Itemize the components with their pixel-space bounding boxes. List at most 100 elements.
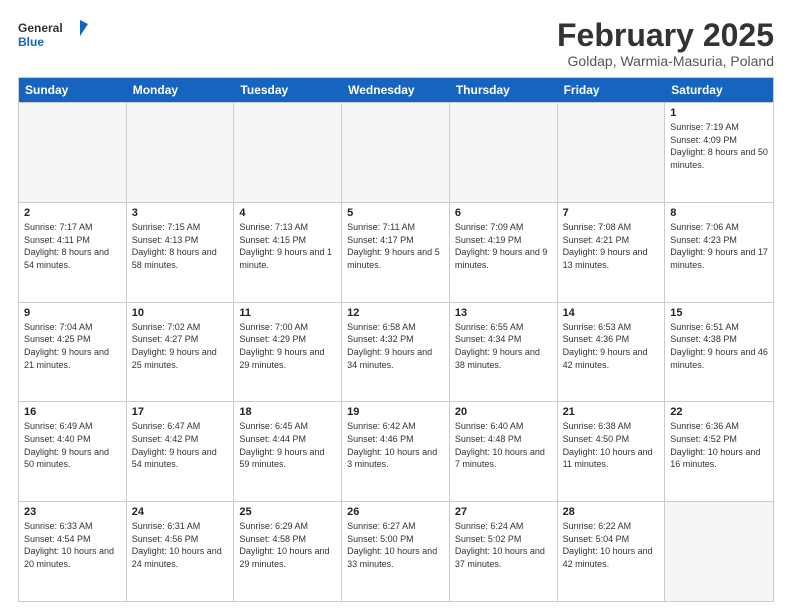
day-info-13: Sunrise: 6:55 AMSunset: 4:34 PMDaylight:… (455, 321, 552, 371)
day-cell-10: 10 Sunrise: 7:02 AMSunset: 4:27 PMDayligh… (127, 303, 235, 402)
day-number-17: 17 (132, 406, 229, 418)
week-row-4: 23 Sunrise: 6:33 AMSunset: 4:54 PMDayligh… (19, 501, 773, 601)
week-row-0: 1 Sunrise: 7:19 AMSunset: 4:09 PMDaylight… (19, 102, 773, 202)
day-cell-16: 16 Sunrise: 6:49 AMSunset: 4:40 PMDayligh… (19, 402, 127, 501)
day-number-15: 15 (670, 307, 768, 319)
header-day-sunday: Sunday (19, 78, 127, 102)
svg-text:Blue: Blue (18, 35, 44, 49)
day-cell-4: 4 Sunrise: 7:13 AMSunset: 4:15 PMDaylight… (234, 203, 342, 302)
calendar-body: 1 Sunrise: 7:19 AMSunset: 4:09 PMDaylight… (19, 102, 773, 601)
day-cell-8: 8 Sunrise: 7:06 AMSunset: 4:23 PMDaylight… (665, 203, 773, 302)
day-cell-22: 22 Sunrise: 6:36 AMSunset: 4:52 PMDayligh… (665, 402, 773, 501)
day-number-19: 19 (347, 406, 444, 418)
day-info-7: Sunrise: 7:08 AMSunset: 4:21 PMDaylight:… (563, 221, 660, 271)
day-number-24: 24 (132, 506, 229, 518)
day-info-5: Sunrise: 7:11 AMSunset: 4:17 PMDaylight:… (347, 221, 444, 271)
week-row-2: 9Sunrise: 7:04 AMSunset: 4:25 PMDaylight… (19, 302, 773, 402)
empty-cell-0-2 (234, 103, 342, 202)
day-info-10: Sunrise: 7:02 AMSunset: 4:27 PMDaylight:… (132, 321, 229, 371)
day-info-14: Sunrise: 6:53 AMSunset: 4:36 PMDaylight:… (563, 321, 660, 371)
header-day-friday: Friday (558, 78, 666, 102)
day-number-5: 5 (347, 207, 444, 219)
day-number-12: 12 (347, 307, 444, 319)
calendar: SundayMondayTuesdayWednesdayThursdayFrid… (18, 77, 774, 602)
day-number-20: 20 (455, 406, 552, 418)
day-cell-17: 17 Sunrise: 6:47 AMSunset: 4:42 PMDayligh… (127, 402, 235, 501)
day-cell-2: 2 Sunrise: 7:17 AMSunset: 4:11 PMDaylight… (19, 203, 127, 302)
day-number-7: 7 (563, 207, 660, 219)
svg-text:General: General (18, 21, 63, 35)
header-day-thursday: Thursday (450, 78, 558, 102)
day-info-18: Sunrise: 6:45 AMSunset: 4:44 PMDaylight:… (239, 420, 336, 470)
empty-cell-0-1 (127, 103, 235, 202)
day-number-18: 18 (239, 406, 336, 418)
empty-cell-0-5 (558, 103, 666, 202)
day-number-27: 27 (455, 506, 552, 518)
empty-cell-0-3 (342, 103, 450, 202)
empty-cell-0-0 (19, 103, 127, 202)
week-row-1: 2 Sunrise: 7:17 AMSunset: 4:11 PMDaylight… (19, 202, 773, 302)
empty-cell-4-6 (665, 502, 773, 601)
day-info-8: Sunrise: 7:06 AMSunset: 4:23 PMDaylight:… (670, 221, 768, 271)
logo-svg: General Blue (18, 18, 88, 56)
day-cell-13: 13 Sunrise: 6:55 AMSunset: 4:34 PMDayligh… (450, 303, 558, 402)
title-block: February 2025 Goldap, Warmia-Masuria, Po… (557, 18, 774, 69)
day-info-2: Sunrise: 7:17 AMSunset: 4:11 PMDaylight:… (24, 221, 121, 271)
day-number-21: 21 (563, 406, 660, 418)
day-info-28: Sunrise: 6:22 AMSunset: 5:04 PMDaylight:… (563, 520, 660, 570)
day-info-4: Sunrise: 7:13 AMSunset: 4:15 PMDaylight:… (239, 221, 336, 271)
day-number-6: 6 (455, 207, 552, 219)
day-number-10: 10 (132, 307, 229, 319)
day-cell-11: 11 Sunrise: 7:00 AMSunset: 4:29 PMDayligh… (234, 303, 342, 402)
empty-cell-0-4 (450, 103, 558, 202)
day-info-23: Sunrise: 6:33 AMSunset: 4:54 PMDaylight:… (24, 520, 121, 570)
day-number-22: 22 (670, 406, 768, 418)
day-info-19: Sunrise: 6:42 AMSunset: 4:46 PMDaylight:… (347, 420, 444, 470)
day-info-20: Sunrise: 6:40 AMSunset: 4:48 PMDaylight:… (455, 420, 552, 470)
day-cell-28: 28Sunrise: 6:22 AMSunset: 5:04 PMDayligh… (558, 502, 666, 601)
day-cell-6: 6 Sunrise: 7:09 AMSunset: 4:19 PMDaylight… (450, 203, 558, 302)
day-cell-14: 14 Sunrise: 6:53 AMSunset: 4:36 PMDayligh… (558, 303, 666, 402)
day-number-26: 26 (347, 506, 444, 518)
day-info-22: Sunrise: 6:36 AMSunset: 4:52 PMDaylight:… (670, 420, 768, 470)
day-cell-1: 1 Sunrise: 7:19 AMSunset: 4:09 PMDaylight… (665, 103, 773, 202)
logo: General Blue (18, 18, 88, 56)
day-number-9: 9 (24, 307, 121, 319)
day-cell-21: 21 Sunrise: 6:38 AMSunset: 4:50 PMDayligh… (558, 402, 666, 501)
subtitle: Goldap, Warmia-Masuria, Poland (557, 53, 774, 69)
week-row-3: 16 Sunrise: 6:49 AMSunset: 4:40 PMDayligh… (19, 401, 773, 501)
day-info-1: Sunrise: 7:19 AMSunset: 4:09 PMDaylight:… (670, 121, 768, 171)
day-cell-26: 26 Sunrise: 6:27 AMSunset: 5:00 PMDayligh… (342, 502, 450, 601)
day-cell-18: 18 Sunrise: 6:45 AMSunset: 4:44 PMDayligh… (234, 402, 342, 501)
day-number-4: 4 (239, 207, 336, 219)
day-cell-23: 23 Sunrise: 6:33 AMSunset: 4:54 PMDayligh… (19, 502, 127, 601)
day-cell-24: 24Sunrise: 6:31 AMSunset: 4:56 PMDayligh… (127, 502, 235, 601)
day-info-12: Sunrise: 6:58 AMSunset: 4:32 PMDaylight:… (347, 321, 444, 371)
day-cell-25: 25 Sunrise: 6:29 AMSunset: 4:58 PMDayligh… (234, 502, 342, 601)
header-day-monday: Monday (127, 78, 235, 102)
day-number-25: 25 (239, 506, 336, 518)
header-day-tuesday: Tuesday (234, 78, 342, 102)
day-cell-5: 5 Sunrise: 7:11 AMSunset: 4:17 PMDaylight… (342, 203, 450, 302)
day-cell-12: 12 Sunrise: 6:58 AMSunset: 4:32 PMDayligh… (342, 303, 450, 402)
day-info-15: Sunrise: 6:51 AMSunset: 4:38 PMDaylight:… (670, 321, 768, 371)
day-info-17: Sunrise: 6:47 AMSunset: 4:42 PMDaylight:… (132, 420, 229, 470)
day-number-8: 8 (670, 207, 768, 219)
day-number-11: 11 (239, 307, 336, 319)
day-number-2: 2 (24, 207, 121, 219)
day-info-11: Sunrise: 7:00 AMSunset: 4:29 PMDaylight:… (239, 321, 336, 371)
header: General Blue February 2025 Goldap, Warmi… (18, 18, 774, 69)
day-cell-9: 9Sunrise: 7:04 AMSunset: 4:25 PMDaylight… (19, 303, 127, 402)
day-info-6: Sunrise: 7:09 AMSunset: 4:19 PMDaylight:… (455, 221, 552, 271)
day-info-25: Sunrise: 6:29 AMSunset: 4:58 PMDaylight:… (239, 520, 336, 570)
day-info-21: Sunrise: 6:38 AMSunset: 4:50 PMDaylight:… (563, 420, 660, 470)
day-number-16: 16 (24, 406, 121, 418)
day-info-16: Sunrise: 6:49 AMSunset: 4:40 PMDaylight:… (24, 420, 121, 470)
day-cell-27: 27Sunrise: 6:24 AMSunset: 5:02 PMDayligh… (450, 502, 558, 601)
day-number-1: 1 (670, 107, 768, 119)
day-info-3: Sunrise: 7:15 AMSunset: 4:13 PMDaylight:… (132, 221, 229, 271)
day-info-26: Sunrise: 6:27 AMSunset: 5:00 PMDaylight:… (347, 520, 444, 570)
day-number-23: 23 (24, 506, 121, 518)
day-number-14: 14 (563, 307, 660, 319)
day-number-13: 13 (455, 307, 552, 319)
